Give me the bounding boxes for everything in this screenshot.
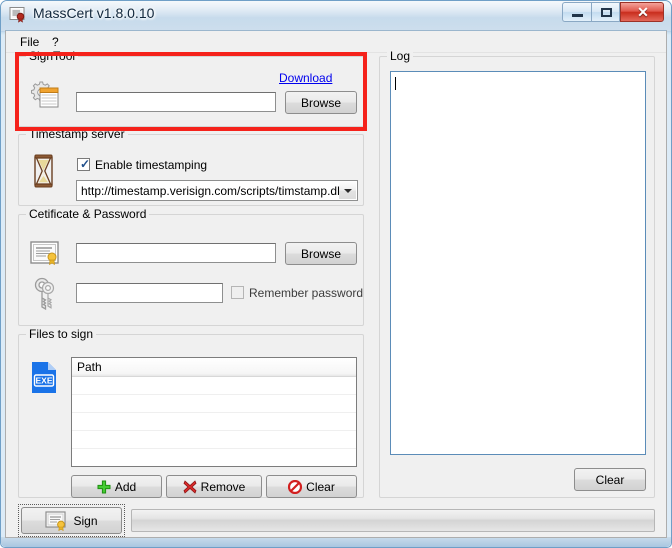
timestamp-server-combobox[interactable]: http://timestamp.verisign.com/scripts/ti… — [76, 180, 358, 201]
title-bar[interactable]: MassCert v1.8.0.10 ✕ — [0, 0, 672, 30]
svg-text:EXE: EXE — [35, 375, 52, 385]
remove-file-button[interactable]: Remove — [166, 475, 262, 498]
list-item[interactable] — [72, 413, 356, 431]
remove-file-label: Remove — [200, 479, 246, 494]
list-item[interactable] — [72, 449, 356, 466]
signtool-browse-button[interactable]: Browse — [285, 91, 357, 114]
add-file-label: Add — [114, 479, 137, 494]
close-button[interactable]: ✕ — [620, 2, 664, 22]
enable-timestamping-label: Enable timestamping — [95, 158, 208, 172]
gear-window-icon — [28, 78, 62, 112]
log-group-title: Log — [387, 49, 414, 63]
list-item[interactable] — [72, 377, 356, 395]
timestamp-group-title: Timestamp server — [26, 127, 128, 141]
certificate-group-title: Cetificate & Password — [26, 207, 150, 221]
files-group: Files to sign EXE Path Add Remove Clear — [18, 327, 364, 498]
minimize-icon — [572, 14, 583, 17]
add-file-button[interactable]: Add — [71, 475, 162, 498]
clear-files-button[interactable]: Clear — [266, 475, 357, 498]
plus-icon — [97, 480, 111, 494]
signtool-group: SignTool Download Browse — [18, 49, 364, 127]
hourglass-icon — [30, 153, 60, 191]
enable-timestamping-checkbox[interactable]: ✓ — [77, 158, 90, 171]
text-caret — [395, 77, 396, 90]
maximize-icon — [601, 8, 612, 17]
close-icon: ✕ — [637, 4, 649, 20]
files-group-title: Files to sign — [26, 327, 97, 341]
minimize-button[interactable] — [562, 2, 591, 22]
signtool-download-link[interactable]: Download — [279, 71, 332, 85]
clear-files-label: Clear — [306, 479, 335, 494]
column-header-path[interactable]: Path — [77, 360, 102, 374]
certificate-document-icon — [9, 6, 26, 23]
sign-button-focus-ring: Sign — [18, 504, 125, 537]
key-icon — [32, 277, 58, 311]
certificate-browse-label: Browse — [300, 246, 341, 261]
certificate-browse-button[interactable]: Browse — [285, 242, 357, 265]
certificate-path-input[interactable] — [76, 243, 276, 263]
menu-help[interactable]: ? — [46, 34, 65, 50]
log-group: Log Clear — [379, 49, 655, 498]
chevron-down-icon[interactable] — [339, 182, 356, 199]
client-area: File ? SignTool Download Browse Timestam… — [5, 30, 667, 538]
timestamp-server-value: http://timestamp.verisign.com/scripts/ti… — [81, 184, 343, 198]
clear-log-button[interactable]: Clear — [574, 468, 646, 491]
files-listview[interactable]: Path — [71, 357, 357, 467]
certificate-group: Cetificate & Password Browse Remember pa… — [18, 207, 364, 326]
maximize-button[interactable] — [591, 2, 620, 22]
window-title: MassCert v1.8.0.10 — [33, 5, 155, 21]
listview-header[interactable]: Path — [72, 358, 356, 377]
sign-document-icon — [45, 510, 67, 531]
sign-button-label: Sign — [73, 513, 98, 528]
application-window: MassCert v1.8.0.10 ✕ File ? SignTool Dow… — [0, 0, 672, 548]
exe-file-icon: EXE — [29, 361, 59, 395]
remember-password-checkbox[interactable] — [231, 286, 244, 299]
log-textarea[interactable] — [390, 71, 646, 455]
list-item[interactable] — [72, 395, 356, 413]
remember-password-label: Remember password — [249, 286, 364, 300]
check-icon: ✓ — [80, 157, 91, 171]
window-frame-bottom — [1, 537, 671, 547]
sign-button[interactable]: Sign — [21, 507, 122, 534]
x-icon — [183, 479, 197, 494]
signtool-group-title: SignTool — [26, 49, 79, 63]
timestamp-group: Timestamp server ✓ Enable timestamping h… — [18, 127, 364, 206]
list-item[interactable] — [72, 431, 356, 449]
menu-file[interactable]: File — [14, 34, 45, 50]
certificate-password-input[interactable] — [76, 283, 223, 303]
progress-bar — [131, 509, 655, 532]
no-entry-icon — [288, 479, 303, 494]
signtool-path-input[interactable] — [76, 92, 276, 112]
certificate-icon — [30, 240, 60, 266]
clear-log-label: Clear — [595, 472, 625, 487]
menu-bar: File ? — [6, 31, 666, 53]
signtool-browse-label: Browse — [300, 95, 341, 110]
